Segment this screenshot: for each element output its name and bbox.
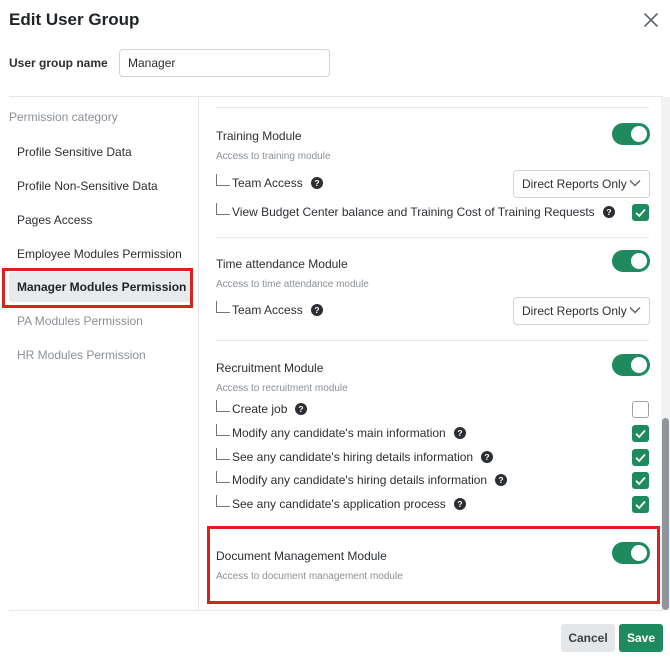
- check-icon: [635, 429, 646, 439]
- chevron-down-icon: [629, 179, 641, 191]
- tree-connector: [216, 174, 230, 186]
- sidebar-item-manager-modules-permission[interactable]: Manager Modules Permission: [9, 272, 191, 302]
- svg-text:?: ?: [457, 428, 462, 438]
- tree-connector: [216, 301, 230, 313]
- question-circle-icon[interactable]: ?: [495, 474, 508, 486]
- tree-connector: [216, 495, 230, 507]
- training-team-access-select[interactable]: Direct Reports Only: [513, 170, 650, 198]
- svg-text:?: ?: [498, 475, 503, 485]
- recruitment-permission-row: Create job ?: [216, 400, 308, 418]
- dialog-title: Edit User Group: [9, 10, 140, 29]
- svg-text:?: ?: [606, 207, 611, 217]
- save-button[interactable]: Save: [619, 624, 663, 652]
- tree-connector: [216, 448, 230, 460]
- toggle-knob: [631, 545, 647, 561]
- question-circle-icon[interactable]: ?: [310, 177, 323, 189]
- content-divider: [216, 237, 649, 238]
- recruitment-module-title: Recruitment Module: [216, 361, 324, 375]
- content-scrollbar-thumb[interactable]: [662, 418, 669, 610]
- time-attendance-team-access-row: Team Access ?: [216, 301, 323, 319]
- time-attendance-team-access-select[interactable]: Direct Reports Only: [513, 297, 650, 325]
- training-budget-checkbox[interactable]: [632, 204, 649, 221]
- chevron-down-icon: [629, 306, 641, 318]
- question-circle-icon[interactable]: ?: [310, 304, 323, 316]
- content-divider: [216, 340, 649, 341]
- recruitment-see-hiring-details-checkbox[interactable]: [632, 449, 649, 466]
- recruitment-see-application-process-checkbox[interactable]: [632, 496, 649, 513]
- question-circle-icon[interactable]: ?: [453, 427, 466, 439]
- question-circle-icon[interactable]: ?: [295, 403, 308, 415]
- recruitment-permission-label: See any candidate's hiring details infor…: [232, 450, 474, 464]
- toggle-knob: [631, 253, 647, 269]
- question-circle-icon[interactable]: ?: [453, 498, 466, 510]
- cancel-button[interactable]: Cancel: [561, 624, 615, 652]
- check-icon: [635, 453, 646, 463]
- recruitment-modify-main-info-checkbox[interactable]: [632, 425, 649, 442]
- document-management-module-toggle[interactable]: [612, 542, 650, 564]
- close-icon: [644, 13, 658, 27]
- select-value: Direct Reports Only: [522, 177, 627, 191]
- recruitment-create-job-checkbox[interactable]: [632, 401, 649, 418]
- toggle-knob: [631, 357, 647, 373]
- training-budget-label: View Budget Center balance and Training …: [232, 205, 595, 219]
- training-team-access-label: Team Access: [232, 176, 303, 190]
- recruitment-permission-label: Modify any candidate's hiring details in…: [232, 473, 488, 487]
- recruitment-permission-row: See any candidate's hiring details infor…: [216, 448, 494, 466]
- sidebar-item-profile-sensitive-data[interactable]: Profile Sensitive Data: [9, 137, 191, 167]
- sidebar-item-employee-modules-permission[interactable]: Employee Modules Permission: [9, 239, 191, 269]
- user-group-name-input[interactable]: [119, 49, 330, 77]
- training-module-description: Access to training module: [216, 151, 331, 162]
- sidebar-item-hr-modules-permission[interactable]: HR Modules Permission: [9, 340, 191, 370]
- recruitment-permission-label: Modify any candidate's main information: [232, 426, 446, 440]
- svg-text:?: ?: [314, 305, 319, 315]
- sidebar-item-pa-modules-permission[interactable]: PA Modules Permission: [9, 306, 191, 336]
- tree-connector: [216, 400, 230, 412]
- recruitment-permission-row: Modify any candidate's main information …: [216, 424, 466, 442]
- check-icon: [635, 476, 646, 486]
- recruitment-modify-hiring-details-checkbox[interactable]: [632, 472, 649, 489]
- recruitment-permission-label: See any candidate's application process: [232, 497, 446, 511]
- sidebar-heading: Permission category: [9, 110, 118, 124]
- recruitment-permission-label: Create job: [232, 402, 288, 416]
- time-attendance-module-description: Access to time attendance module: [216, 279, 369, 290]
- recruitment-module-description: Access to recruitment module: [216, 383, 348, 394]
- training-budget-row: View Budget Center balance and Training …: [216, 203, 615, 221]
- user-group-name-label: User group name: [9, 56, 108, 70]
- svg-text:?: ?: [485, 452, 490, 462]
- check-icon: [635, 208, 646, 218]
- permission-category-sidebar: Permission category Profile Sensitive Da…: [9, 97, 199, 610]
- recruitment-permission-row: Modify any candidate's hiring details in…: [216, 471, 508, 489]
- recruitment-permission-row: See any candidate's application process …: [216, 495, 466, 513]
- content-divider: [216, 107, 649, 108]
- close-button[interactable]: [641, 10, 661, 30]
- recruitment-module-toggle[interactable]: [612, 354, 650, 376]
- question-circle-icon[interactable]: ?: [481, 451, 494, 463]
- document-management-module-title: Document Management Module: [216, 549, 387, 563]
- svg-text:?: ?: [457, 499, 462, 509]
- time-attendance-module-title: Time attendance Module: [216, 257, 348, 271]
- select-value: Direct Reports Only: [522, 304, 627, 318]
- time-attendance-team-access-label: Team Access: [232, 303, 303, 317]
- training-module-toggle[interactable]: [612, 123, 650, 145]
- footer-divider: [9, 610, 663, 611]
- svg-text:?: ?: [314, 178, 319, 188]
- training-module-title: Training Module: [216, 129, 302, 143]
- tree-connector: [216, 203, 230, 215]
- document-management-module-description: Access to document management module: [216, 571, 403, 582]
- sidebar-item-profile-non-sensitive-data[interactable]: Profile Non-Sensitive Data: [9, 171, 191, 201]
- permissions-content-panel: Training Module Access to training modul…: [199, 97, 661, 610]
- sidebar-item-pages-access[interactable]: Pages Access: [9, 205, 191, 235]
- tree-connector: [216, 424, 230, 436]
- question-circle-icon[interactable]: ?: [602, 206, 615, 218]
- time-attendance-module-toggle[interactable]: [612, 250, 650, 272]
- content-divider: [216, 527, 649, 528]
- svg-text:?: ?: [299, 404, 304, 414]
- edit-user-group-dialog: Edit User Group User group name Permissi…: [0, 0, 670, 658]
- training-team-access-row: Team Access ?: [216, 174, 323, 192]
- toggle-knob: [631, 126, 647, 142]
- check-icon: [635, 500, 646, 510]
- tree-connector: [216, 471, 230, 483]
